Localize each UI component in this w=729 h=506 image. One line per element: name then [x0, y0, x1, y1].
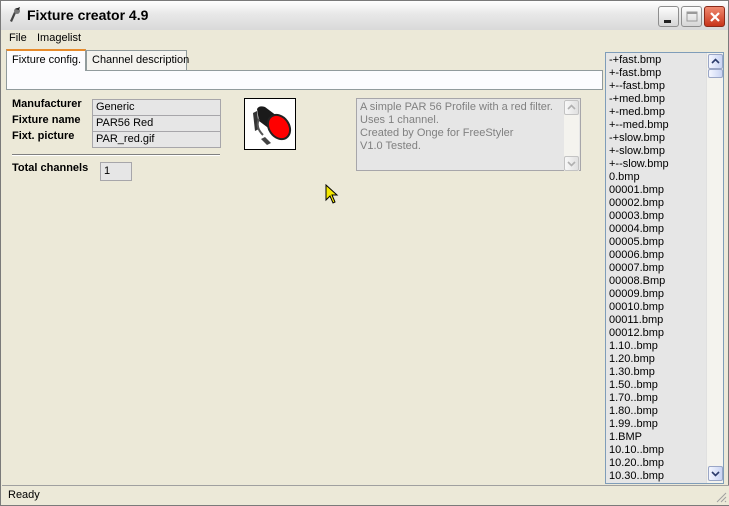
- imagelist-listbox[interactable]: -+fast.bmp +-fast.bmp +--fast.bmp -+med.bmp…: [605, 52, 724, 484]
- imagelist-item[interactable]: -+fast.bmp: [609, 54, 705, 67]
- total-channels-label: Total channels: [12, 162, 89, 174]
- chevron-down-icon: [567, 161, 576, 167]
- menu-file[interactable]: File: [9, 32, 27, 44]
- imagelist-item[interactable]: 00005.bmp: [609, 236, 705, 249]
- maximize-button[interactable]: [681, 6, 702, 27]
- fixture-name-field[interactable]: PAR56 Red: [92, 115, 221, 132]
- imagelist-item[interactable]: +-slow.bmp: [609, 145, 705, 158]
- imagelist-item[interactable]: +-med.bmp: [609, 106, 705, 119]
- imagelist-item[interactable]: 1.70..bmp: [609, 392, 705, 405]
- imagelist-item[interactable]: 00008.Bmp: [609, 275, 705, 288]
- imagelist-item[interactable]: +--fast.bmp: [609, 80, 705, 93]
- close-button[interactable]: [704, 6, 725, 27]
- scroll-down-button[interactable]: [564, 156, 579, 171]
- imagelist-item[interactable]: 00010.bmp: [609, 301, 705, 314]
- menu-bar: File Imagelist: [1, 30, 728, 48]
- imagelist-item[interactable]: +--med.bmp: [609, 119, 705, 132]
- title-bar[interactable]: Fixture creator 4.9: [1, 1, 728, 31]
- tab-fixture-config[interactable]: Fixture config.: [6, 49, 86, 71]
- imagelist-item[interactable]: 10.10..bmp: [609, 444, 705, 457]
- mouse-pointer-icon: [325, 184, 339, 204]
- imagelist-item[interactable]: 00003.bmp: [609, 210, 705, 223]
- manufacturer-label: Manufacturer: [12, 98, 82, 110]
- chevron-up-icon: [567, 104, 576, 110]
- imagelist-item[interactable]: 00004.bmp: [609, 223, 705, 236]
- imagelist-item[interactable]: 1.BMP: [609, 431, 705, 444]
- imagelist-item[interactable]: 1.50..bmp: [609, 379, 705, 392]
- imagelist-items: -+fast.bmp +-fast.bmp +--fast.bmp -+med.bmp…: [609, 54, 705, 483]
- menu-imagelist[interactable]: Imagelist: [37, 32, 81, 44]
- chevron-up-icon: [711, 58, 720, 64]
- fixture-picture-field[interactable]: PAR_red.gif: [92, 131, 221, 148]
- list-scroll-down-button[interactable]: [708, 466, 723, 481]
- maximize-icon: [686, 11, 698, 22]
- chevron-down-icon: [711, 471, 720, 477]
- status-text: Ready: [8, 489, 40, 501]
- tab-panel: [6, 70, 603, 90]
- imagelist-item[interactable]: 00001.bmp: [609, 184, 705, 197]
- imagelist-item[interactable]: 00002.bmp: [609, 197, 705, 210]
- list-scroll-thumb[interactable]: [708, 69, 723, 78]
- minimize-icon: [664, 20, 671, 23]
- description-scrollbar[interactable]: [564, 100, 579, 171]
- imagelist-item[interactable]: 1.99..bmp: [609, 418, 705, 431]
- par-can-red-icon: [253, 106, 292, 145]
- close-icon: [710, 12, 720, 22]
- imagelist-scrollbar[interactable]: [706, 53, 723, 483]
- fixture-picture-label: Fixt. picture: [12, 130, 75, 142]
- tab-channel-description[interactable]: Channel description: [86, 50, 189, 70]
- list-scroll-up-button[interactable]: [708, 54, 723, 69]
- imagelist-item[interactable]: 10.30..bmp: [609, 470, 705, 483]
- imagelist-item[interactable]: 00007.bmp: [609, 262, 705, 275]
- imagelist-item[interactable]: -+med.bmp: [609, 93, 705, 106]
- window-title: Fixture creator 4.9: [27, 7, 149, 23]
- imagelist-item[interactable]: 1.30.bmp: [609, 366, 705, 379]
- imagelist-item[interactable]: 10.20..bmp: [609, 457, 705, 470]
- manufacturer-field[interactable]: Generic: [92, 99, 221, 116]
- imagelist-item[interactable]: 00011.bmp: [609, 314, 705, 327]
- app-window: Fixture creator 4.9 File Imagelist Fixtu…: [0, 0, 729, 506]
- minimize-button[interactable]: [658, 6, 679, 27]
- imagelist-item[interactable]: 00012.bmp: [609, 327, 705, 340]
- imagelist-item[interactable]: 1.10..bmp: [609, 340, 705, 353]
- total-channels-field[interactable]: 1: [100, 162, 132, 181]
- imagelist-item[interactable]: 00009.bmp: [609, 288, 705, 301]
- imagelist-item[interactable]: +-fast.bmp: [609, 67, 705, 80]
- imagelist-item[interactable]: -+slow.bmp: [609, 132, 705, 145]
- imagelist-item[interactable]: 1.20.bmp: [609, 353, 705, 366]
- imagelist-item[interactable]: 00006.bmp: [609, 249, 705, 262]
- imagelist-item[interactable]: 0.bmp: [609, 171, 705, 184]
- separator: [12, 154, 220, 156]
- fixture-picture-preview[interactable]: [244, 98, 296, 150]
- description-text: A simple PAR 56 Profile with a red filte…: [360, 101, 553, 152]
- imagelist-item[interactable]: +--slow.bmp: [609, 158, 705, 171]
- fixture-name-label: Fixture name: [12, 114, 81, 126]
- description-memo[interactable]: A simple PAR 56 Profile with a red filte…: [356, 98, 581, 171]
- fixture-app-icon: [10, 7, 20, 22]
- imagelist-item[interactable]: 1.80..bmp: [609, 405, 705, 418]
- status-bar: Ready: [2, 485, 729, 505]
- scroll-up-button[interactable]: [564, 100, 579, 115]
- resize-grip-icon[interactable]: [715, 491, 727, 503]
